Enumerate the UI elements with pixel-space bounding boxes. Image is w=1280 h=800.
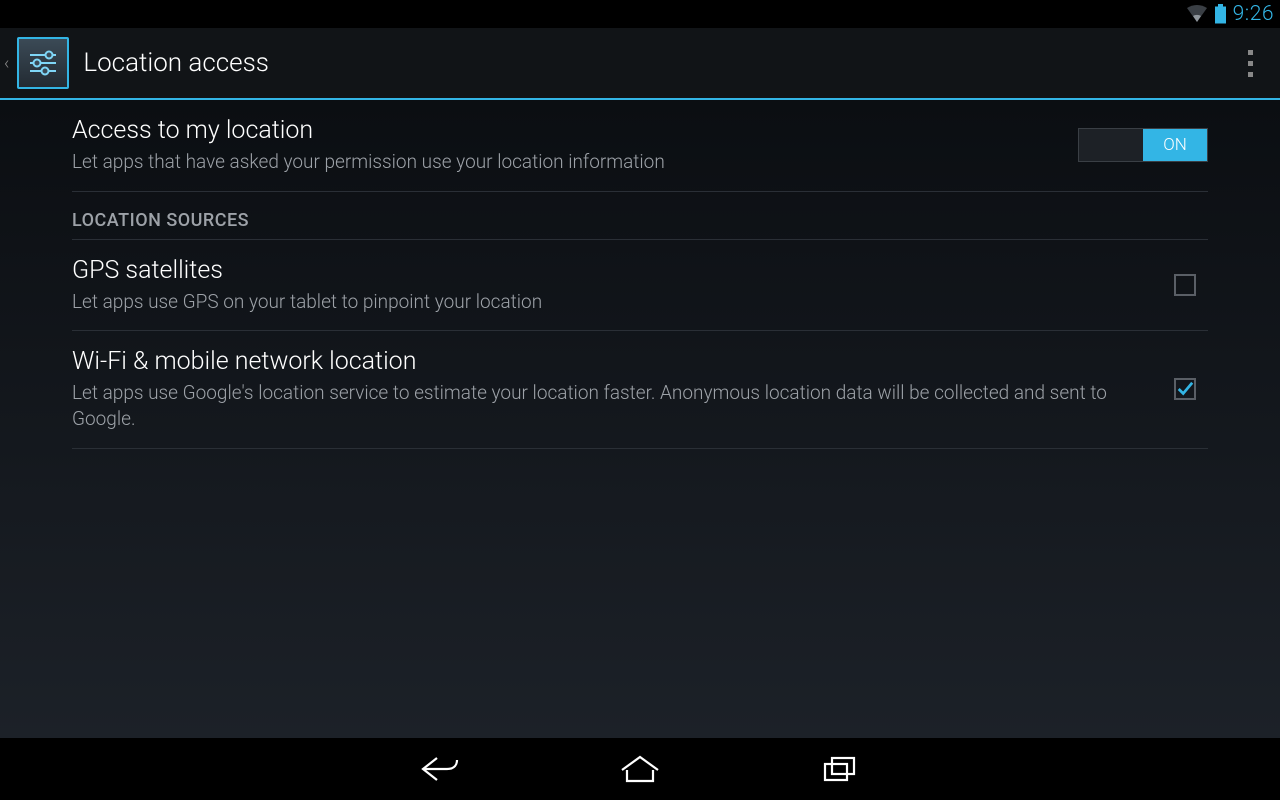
- recent-apps-button[interactable]: [810, 749, 870, 789]
- action-bar: ‹ Location access: [0, 28, 1280, 100]
- section-header-location-sources: LOCATION SOURCES: [72, 192, 1208, 240]
- back-caret-icon: ‹: [4, 53, 9, 74]
- battery-icon: [1214, 4, 1227, 24]
- status-bar: 9:26: [0, 0, 1280, 28]
- settings-content: Access to my location Let apps that have…: [0, 100, 1280, 738]
- status-clock: 9:26: [1233, 2, 1274, 26]
- wifi-icon: [1186, 5, 1208, 23]
- setting-subtitle: Let apps use Google's location service t…: [72, 380, 1134, 431]
- setting-wifi-network-location[interactable]: Wi-Fi & mobile network location Let apps…: [72, 331, 1208, 448]
- setting-title: GPS satellites: [72, 256, 1134, 285]
- setting-title: Wi-Fi & mobile network location: [72, 347, 1134, 376]
- setting-subtitle: Let apps use GPS on your tablet to pinpo…: [72, 289, 1134, 315]
- setting-title: Access to my location: [72, 116, 1038, 145]
- overflow-dot-icon: [1248, 72, 1253, 77]
- back-button[interactable]: [410, 749, 470, 789]
- up-button[interactable]: ‹ Location access: [4, 37, 269, 89]
- navigation-bar: [0, 738, 1280, 800]
- settings-app-icon: [17, 37, 69, 89]
- overflow-dot-icon: [1248, 61, 1253, 66]
- setting-gps-satellites[interactable]: GPS satellites Let apps use GPS on your …: [72, 240, 1208, 332]
- toggle-off-half: [1079, 129, 1143, 161]
- gps-checkbox[interactable]: [1174, 274, 1196, 296]
- toggle-on-half: ON: [1143, 129, 1207, 161]
- setting-access-location[interactable]: Access to my location Let apps that have…: [72, 100, 1208, 192]
- overflow-dot-icon: [1248, 50, 1253, 55]
- home-button[interactable]: [610, 749, 670, 789]
- setting-subtitle: Let apps that have asked your permission…: [72, 149, 1038, 175]
- wifi-location-checkbox[interactable]: [1174, 378, 1196, 400]
- access-location-toggle[interactable]: ON: [1078, 128, 1208, 162]
- overflow-menu-button[interactable]: [1230, 38, 1270, 88]
- page-title: Location access: [83, 48, 269, 78]
